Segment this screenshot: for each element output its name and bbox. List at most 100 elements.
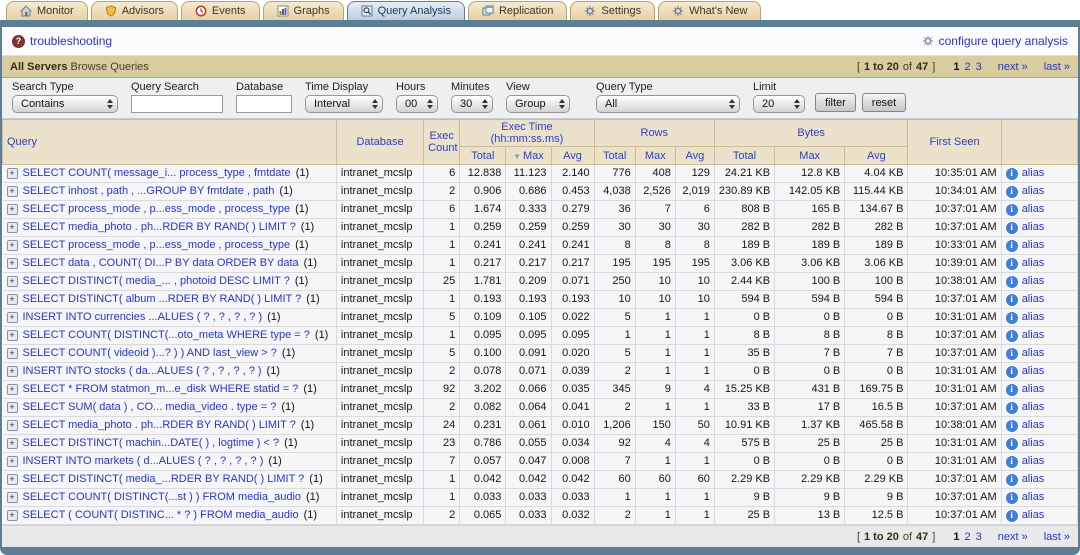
query-search-input[interactable] <box>131 95 223 113</box>
expand-icon[interactable]: + <box>7 348 18 359</box>
alias-link[interactable]: alias <box>1022 382 1045 397</box>
next-page-link[interactable]: next » <box>998 531 1028 543</box>
query-link[interactable]: SELECT DISTINCT( album ...RDER BY RAND( … <box>23 292 302 307</box>
alias-link[interactable]: alias <box>1022 346 1045 361</box>
alias-link[interactable]: alias <box>1022 400 1045 415</box>
configure-link-label[interactable]: configure query analysis <box>939 34 1068 48</box>
query-link[interactable]: SELECT COUNT( DISTINCT(...st ) ) FROM me… <box>23 490 302 505</box>
query-link[interactable]: SELECT inhost , path , ...GROUP BY fmtda… <box>23 184 275 199</box>
bytes-total-header[interactable]: Total <box>714 147 774 165</box>
exec-time-max-header[interactable]: ▼Max <box>506 147 551 165</box>
database-column-header[interactable]: Database <box>336 120 423 165</box>
page-link-1[interactable]: 1 <box>953 531 959 543</box>
alias-link[interactable]: alias <box>1022 472 1045 487</box>
expand-icon[interactable]: + <box>7 258 18 269</box>
bytes-max-header[interactable]: Max <box>775 147 845 165</box>
alias-link[interactable]: alias <box>1022 202 1045 217</box>
exec-time-avg-header[interactable]: Avg <box>551 147 594 165</box>
query-column-header[interactable]: Query <box>3 120 337 165</box>
query-link[interactable]: SELECT media_photo . ph...RDER BY RAND( … <box>23 220 296 235</box>
expand-icon[interactable]: + <box>7 510 18 521</box>
alias-link[interactable]: alias <box>1022 508 1045 523</box>
alias-link[interactable]: alias <box>1022 256 1045 271</box>
reset-button[interactable]: reset <box>862 93 906 112</box>
rows-total-header[interactable]: Total <box>594 147 635 165</box>
query-type-select[interactable]: All <box>596 95 740 113</box>
alias-link[interactable]: alias <box>1022 436 1045 451</box>
filter-button[interactable]: filter <box>815 93 856 112</box>
exec-time-total-header[interactable]: Total <box>460 147 506 165</box>
expand-icon[interactable]: + <box>7 312 18 323</box>
alias-link[interactable]: alias <box>1022 184 1045 199</box>
expand-icon[interactable]: + <box>7 384 18 395</box>
alias-link[interactable]: alias <box>1022 274 1045 289</box>
alias-link[interactable]: alias <box>1022 364 1045 379</box>
query-link[interactable]: SELECT process_mode , p...ess_mode , pro… <box>23 202 291 217</box>
expand-icon[interactable]: + <box>7 168 18 179</box>
query-link[interactable]: SELECT DISTINCT( machin...DATE( ) , logt… <box>23 436 280 451</box>
expand-icon[interactable]: + <box>7 294 18 305</box>
expand-icon[interactable]: + <box>7 438 18 449</box>
query-link[interactable]: SELECT SUM( data ) , CO... media_video .… <box>23 400 277 415</box>
expand-icon[interactable]: + <box>7 366 18 377</box>
alias-link[interactable]: alias <box>1022 490 1045 505</box>
tab-settings[interactable]: Settings <box>570 1 655 20</box>
next-page-link[interactable]: next » <box>998 61 1028 73</box>
query-link[interactable]: INSERT INTO stocks ( da...ALUES ( ? , ? … <box>23 364 262 379</box>
expand-icon[interactable]: + <box>7 276 18 287</box>
limit-select[interactable]: 20 <box>753 95 805 113</box>
tab-advisors[interactable]: Advisors <box>91 1 178 20</box>
expand-icon[interactable]: + <box>7 204 18 215</box>
alias-link[interactable]: alias <box>1022 418 1045 433</box>
troubleshooting-link-label[interactable]: troubleshooting <box>30 34 112 48</box>
tab-whats-new[interactable]: What's New <box>658 1 761 20</box>
page-link-2[interactable]: 2 <box>964 531 970 543</box>
query-link[interactable]: SELECT * FROM statmon_m...e_disk WHERE s… <box>23 382 299 397</box>
page-link-3[interactable]: 3 <box>976 531 982 543</box>
query-link[interactable]: SELECT DISTINCT( media_... , photoid DES… <box>23 274 290 289</box>
expand-icon[interactable]: + <box>7 456 18 467</box>
search-type-select[interactable]: Contains <box>12 95 118 113</box>
expand-icon[interactable]: + <box>7 492 18 503</box>
query-link[interactable]: SELECT ( COUNT( DISTINC... * ? ) FROM me… <box>23 508 299 523</box>
time-display-select[interactable]: Interval <box>305 95 383 113</box>
query-link[interactable]: SELECT process_mode , p...ess_mode , pro… <box>23 238 291 253</box>
rows-max-header[interactable]: Max <box>635 147 675 165</box>
database-input[interactable] <box>236 95 292 113</box>
alias-link[interactable]: alias <box>1022 238 1045 253</box>
last-page-link[interactable]: last » <box>1044 61 1070 73</box>
page-link-3[interactable]: 3 <box>976 61 982 73</box>
expand-icon[interactable]: + <box>7 330 18 341</box>
query-link[interactable]: SELECT DISTINCT( media_...RDER BY RAND( … <box>23 472 305 487</box>
tab-graphs[interactable]: Graphs <box>263 1 344 20</box>
query-link[interactable]: SELECT COUNT( videoid )...? ) ) AND last… <box>23 346 277 361</box>
query-link[interactable]: SELECT media_photo . ph...RDER BY RAND( … <box>23 418 296 433</box>
first-seen-column-header[interactable]: First Seen <box>908 120 1001 165</box>
query-link[interactable]: SELECT COUNT( message_i... process_type … <box>23 166 291 181</box>
troubleshooting-link[interactable]: ? troubleshooting <box>12 34 112 48</box>
alias-link[interactable]: alias <box>1022 166 1045 181</box>
alias-link[interactable]: alias <box>1022 454 1045 469</box>
exec-count-column-header[interactable]: Exec Count <box>424 120 460 165</box>
tab-monitor[interactable]: Monitor <box>6 1 88 20</box>
alias-link[interactable]: alias <box>1022 292 1045 307</box>
query-link[interactable]: INSERT INTO currencies ...ALUES ( ? , ? … <box>23 310 263 325</box>
rows-avg-header[interactable]: Avg <box>675 147 714 165</box>
hours-select[interactable]: 00 <box>396 95 438 113</box>
minutes-select[interactable]: 30 <box>451 95 493 113</box>
bytes-avg-header[interactable]: Avg <box>845 147 908 165</box>
query-link[interactable]: SELECT data , COUNT( DI...P BY data ORDE… <box>23 256 299 271</box>
page-link-1[interactable]: 1 <box>953 61 959 73</box>
query-link[interactable]: SELECT COUNT( DISTINCT(...oto_meta WHERE… <box>23 328 310 343</box>
page-link-2[interactable]: 2 <box>964 61 970 73</box>
view-select[interactable]: Group <box>506 95 570 113</box>
tab-query-analysis[interactable]: Query Analysis <box>347 1 465 20</box>
expand-icon[interactable]: + <box>7 186 18 197</box>
query-link[interactable]: INSERT INTO markets ( d...ALUES ( ? , ? … <box>23 454 264 469</box>
configure-query-analysis-link[interactable]: configure query analysis <box>922 34 1068 48</box>
expand-icon[interactable]: + <box>7 474 18 485</box>
alias-link[interactable]: alias <box>1022 328 1045 343</box>
expand-icon[interactable]: + <box>7 402 18 413</box>
expand-icon[interactable]: + <box>7 222 18 233</box>
tab-replication[interactable]: Replication <box>468 1 567 20</box>
